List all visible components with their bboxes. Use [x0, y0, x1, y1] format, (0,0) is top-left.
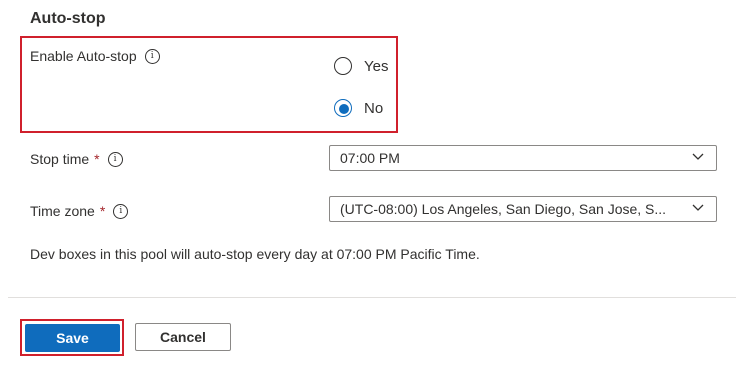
required-marker: * — [94, 151, 100, 167]
chevron-down-icon — [692, 204, 704, 211]
stop-time-value: 07:00 PM — [340, 150, 400, 166]
radio-yes-label: Yes — [364, 57, 389, 75]
save-button[interactable]: Save — [25, 324, 120, 352]
radio-no-label: No — [364, 99, 384, 117]
time-zone-label-text: Time zone — [30, 203, 95, 219]
footer-divider — [8, 297, 736, 298]
info-icon[interactable]: i — [107, 151, 123, 167]
radio-yes-circle[interactable] — [334, 57, 352, 75]
radio-no-circle[interactable] — [334, 99, 352, 117]
stop-time-label: Stop time * i — [30, 151, 123, 167]
required-marker: * — [99, 203, 106, 219]
time-zone-value: (UTC-08:00) Los Angeles, San Diego, San … — [340, 201, 667, 217]
stop-time-label-text: Stop time — [30, 151, 90, 167]
stop-time-dropdown[interactable]: 07:00 PM — [329, 145, 717, 171]
radio-option-no[interactable]: No — [334, 99, 383, 117]
autostop-info-text: Dev boxes in this pool will auto-stop ev… — [30, 246, 480, 262]
chevron-down-icon — [692, 153, 704, 160]
autostop-section-title: Auto-stop — [30, 10, 106, 27]
time-zone-label: Time zone * i — [30, 203, 129, 219]
enable-autostop-label-text: Enable Auto-stop — [30, 48, 137, 64]
enable-autostop-label: Enable Auto-stop i — [30, 48, 160, 64]
info-icon[interactable]: i — [144, 48, 160, 64]
radio-option-yes[interactable]: Yes — [334, 57, 388, 75]
info-icon[interactable]: i — [113, 203, 129, 219]
cancel-button[interactable]: Cancel — [135, 323, 231, 351]
time-zone-dropdown[interactable]: (UTC-08:00) Los Angeles, San Diego, San … — [329, 196, 717, 222]
